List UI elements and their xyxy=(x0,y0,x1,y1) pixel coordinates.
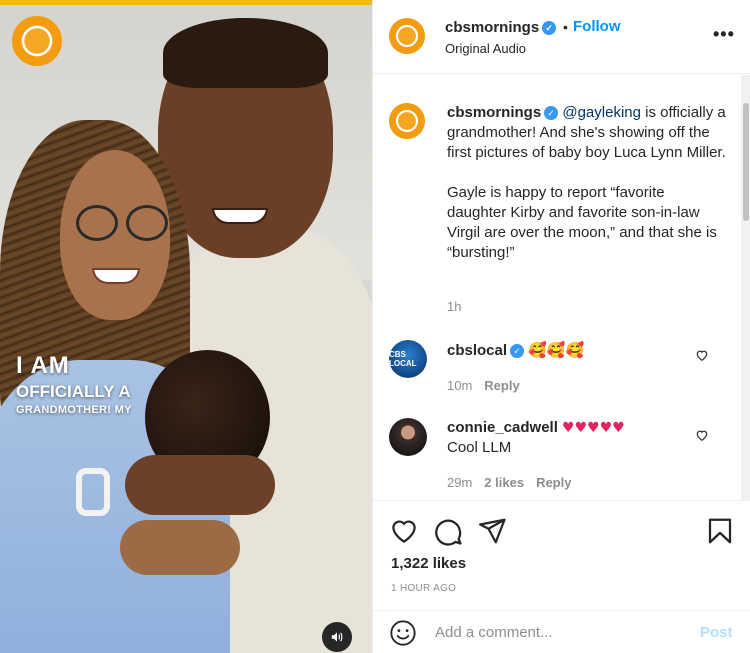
separator-dot: • xyxy=(563,19,568,35)
comment-username[interactable]: cbslocal xyxy=(447,342,507,359)
audio-toggle-button[interactable] xyxy=(322,622,352,652)
follow-button[interactable]: Follow xyxy=(573,18,621,35)
add-comment-input[interactable] xyxy=(435,620,685,644)
post-actions: 1,322 likes 1 HOUR AGO xyxy=(373,500,750,610)
comment-likes[interactable]: 2 likes xyxy=(484,475,524,490)
comment-body: cbslocal ✓ 🥰🥰🥰 xyxy=(447,340,687,361)
share-paper-plane-icon[interactable] xyxy=(477,516,507,546)
overlay-line: OFFICIALLY A xyxy=(16,382,131,401)
overlay-line: I AM xyxy=(16,352,70,379)
save-bookmark-icon[interactable] xyxy=(705,516,735,546)
hand xyxy=(120,520,240,575)
comment-text: Cool LLM xyxy=(447,439,512,456)
video-top-stripe xyxy=(0,0,372,5)
reply-button[interactable]: Reply xyxy=(484,378,519,393)
comments-scrollbar[interactable] xyxy=(741,75,750,500)
man-hair xyxy=(163,18,328,88)
man-smile xyxy=(212,208,268,224)
avatar-label: CBS LOCAL xyxy=(389,350,417,368)
post-video[interactable]: I AM OFFICIALLY A GRANDMOTHER! MY xyxy=(0,0,372,653)
caption-username[interactable]: cbsmornings xyxy=(447,104,541,121)
video-caption-overlay: I AM OFFICIALLY A GRANDMOTHER! MY xyxy=(16,354,132,416)
speaker-icon xyxy=(331,632,343,642)
post-comment-button[interactable]: Post xyxy=(700,624,733,641)
hospital-bracelet xyxy=(76,468,110,516)
reply-button[interactable]: Reply xyxy=(536,475,571,490)
comment-time[interactable]: 10m xyxy=(447,378,472,393)
comment-username[interactable]: connie_cadwell xyxy=(447,419,558,436)
caption-text: Gayle is happy to report “favorite daugh… xyxy=(447,184,717,261)
post-sidebar: cbsmornings ✓ • Follow Original Audio •••… xyxy=(372,0,750,653)
avatar[interactable] xyxy=(389,18,425,54)
post-header: cbsmornings ✓ • Follow Original Audio ••• xyxy=(373,0,750,74)
verified-badge-icon: ✓ xyxy=(544,106,559,120)
mention-link[interactable]: @gayleking xyxy=(562,104,641,121)
scrollbar-thumb[interactable] xyxy=(743,103,749,221)
caption-timestamp[interactable]: 1h xyxy=(447,299,461,314)
comment-bubble-icon[interactable] xyxy=(433,516,463,546)
comment-composer: Post xyxy=(373,610,750,653)
cbs-mornings-logo xyxy=(12,16,62,66)
avatar[interactable] xyxy=(389,103,425,139)
overlay-line: GRANDMOTHER! MY xyxy=(16,404,132,416)
emoji-picker-icon[interactable] xyxy=(389,619,417,647)
username-text[interactable]: cbsmornings xyxy=(445,19,539,36)
comment-emoji: 🥰🥰🥰 xyxy=(528,341,585,359)
hand xyxy=(125,455,275,515)
comment-meta: 29m 2 likes Reply xyxy=(447,475,583,490)
original-audio-link[interactable]: Original Audio xyxy=(445,41,526,56)
avatar[interactable] xyxy=(389,418,427,456)
comment-time[interactable]: 29m xyxy=(447,475,472,490)
comment-body: connie_cadwell ♥♥♥♥♥ Cool LLM xyxy=(447,418,687,458)
like-comment-heart-icon[interactable] xyxy=(695,428,709,442)
verified-badge-icon: ✓ xyxy=(542,21,557,35)
like-comment-heart-icon[interactable] xyxy=(695,348,709,362)
more-options-icon[interactable]: ••• xyxy=(713,24,735,45)
comment-meta: 10m Reply xyxy=(447,378,532,393)
likes-count[interactable]: 1,322 likes xyxy=(391,555,466,572)
post-caption: cbsmornings ✓ @gayleking is officially a … xyxy=(447,103,727,263)
verified-badge-icon: ✓ xyxy=(510,344,525,358)
comments-list[interactable]: cbsmornings ✓ @gayleking is officially a … xyxy=(373,75,741,500)
avatar[interactable]: CBS LOCAL xyxy=(389,340,427,378)
author-username[interactable]: cbsmornings ✓ xyxy=(445,19,557,36)
glasses xyxy=(60,205,172,245)
comment-emoji: ♥♥♥♥♥ xyxy=(562,420,625,436)
like-heart-icon[interactable] xyxy=(389,516,419,546)
post-timestamp[interactable]: 1 HOUR AGO xyxy=(391,583,456,594)
